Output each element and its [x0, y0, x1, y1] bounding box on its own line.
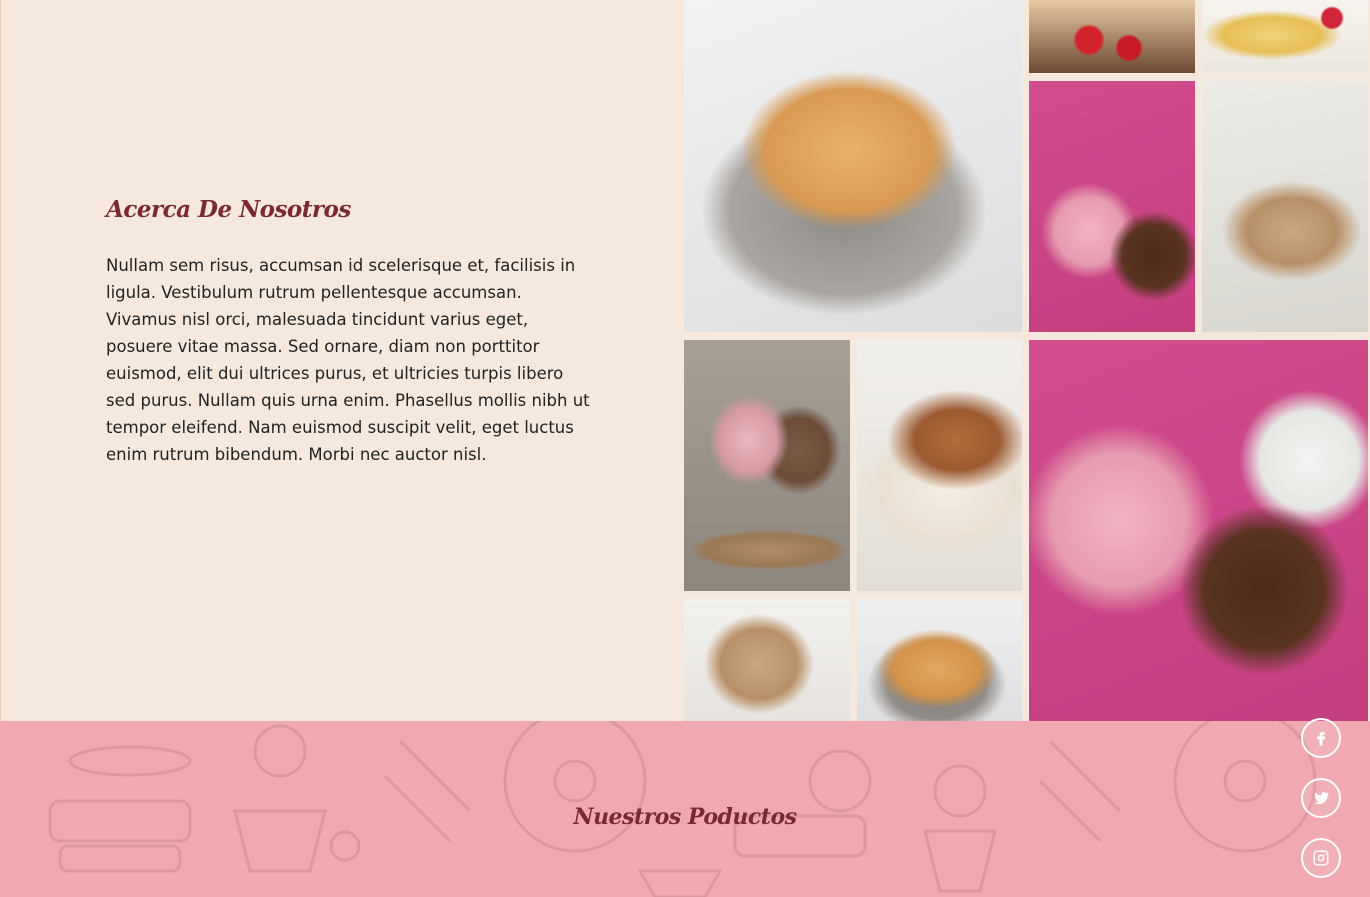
gallery-image-empanada [684, 0, 1022, 332]
about-section: Acerca De Nosotros Nullam sem risus, acc… [0, 0, 683, 721]
twitter-button[interactable] [1301, 778, 1341, 818]
gallery-image-cake-pops [1029, 81, 1195, 332]
dessert-gallery [683, 0, 1370, 721]
facebook-button[interactable] [1301, 718, 1341, 758]
twitter-icon [1314, 792, 1330, 805]
gallery-image-mousse-cup-small [684, 599, 850, 721]
products-title: Nuestros Poductos [573, 804, 797, 830]
gallery-image-tiramisu [857, 340, 1022, 591]
gallery-image-empanadas-small [857, 599, 1022, 721]
instagram-button[interactable] [1301, 838, 1341, 878]
about-text: Nullam sem risus, accumsan id scelerisqu… [106, 256, 590, 464]
gallery-image-crepes [1202, 0, 1368, 73]
facebook-icon [1317, 732, 1326, 746]
instagram-icon [1313, 850, 1329, 866]
gallery-image-mousse-cup [1202, 81, 1368, 332]
gallery-image-strawberry-roll [1029, 0, 1195, 73]
gallery-image-cupcakes [684, 340, 850, 591]
gallery-image-cake-pops-large [1029, 340, 1368, 721]
about-title: Acerca De Nosotros [106, 196, 351, 223]
products-section: Nuestros Poductos [0, 721, 1370, 897]
